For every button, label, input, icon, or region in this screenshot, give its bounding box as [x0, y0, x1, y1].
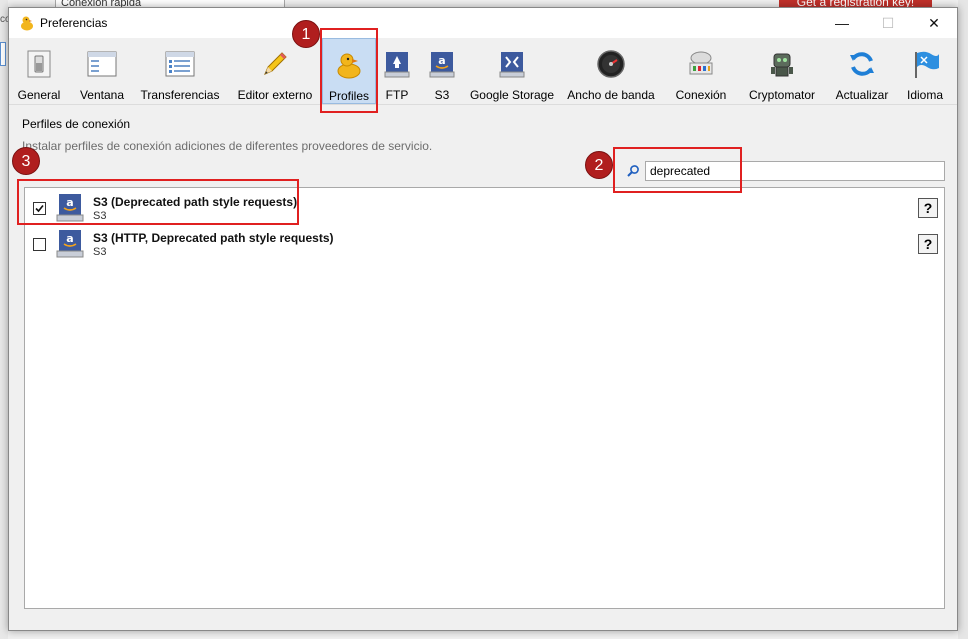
- preferences-dialog: Preferencias — ☐ ✕ General Ventana Trans…: [8, 7, 958, 631]
- tab-google-storage[interactable]: Google Storage: [467, 38, 557, 104]
- tab-ventana[interactable]: Ventana: [73, 38, 131, 104]
- tab-google-storage-label: Google Storage: [469, 88, 555, 102]
- highlight-profiles-tab: [320, 28, 378, 113]
- tab-s3-label: S3: [434, 88, 450, 102]
- tab-ftp[interactable]: FTP: [381, 38, 413, 104]
- profile-protocol: S3: [93, 246, 107, 258]
- network-icon: [689, 51, 713, 75]
- tab-actualizar-label: Actualizar: [835, 88, 889, 102]
- background-right-panel: [958, 0, 968, 639]
- window-title: Preferencias: [40, 16, 108, 30]
- highlight-search-field: [613, 147, 742, 193]
- help-button[interactable]: ?: [918, 198, 938, 218]
- speedometer-icon: [597, 50, 625, 78]
- annotation-badge-1: 1: [292, 20, 320, 48]
- google-storage-icon: [499, 52, 525, 78]
- pencil-icon: [264, 52, 287, 75]
- help-button[interactable]: ?: [918, 234, 938, 254]
- duck-icon: [21, 16, 33, 31]
- tab-transferencias[interactable]: Transferencias: [137, 38, 223, 104]
- background-left-panel: co: [0, 0, 11, 639]
- preferences-toolbar: General Ventana Transferencias Editor ex…: [9, 38, 957, 104]
- annotation-badge-3: 3: [12, 147, 40, 175]
- title-bar[interactable]: Preferencias — ☐ ✕: [9, 8, 957, 38]
- background-left-box: [0, 42, 6, 66]
- tab-general[interactable]: General: [13, 38, 65, 104]
- tab-actualizar[interactable]: Actualizar: [831, 38, 893, 104]
- tab-ftp-label: FTP: [385, 88, 409, 102]
- tab-idioma[interactable]: Idioma: [902, 38, 948, 104]
- svg-text:a: a: [66, 232, 73, 245]
- amazon-drive-icon: a: [429, 52, 455, 78]
- close-button[interactable]: ✕: [911, 8, 957, 38]
- tab-ventana-label: Ventana: [79, 88, 125, 102]
- tab-editor-externo-label: Editor externo: [237, 88, 313, 102]
- amazon-drive-icon: a: [56, 230, 84, 258]
- section-title: Perfiles de conexión: [22, 117, 131, 131]
- profile-name: S3 (HTTP, Deprecated path style requests…: [93, 231, 334, 245]
- window-icon: [87, 51, 117, 77]
- robot-icon: [771, 53, 793, 77]
- svg-text:a: a: [438, 54, 445, 67]
- tab-cryptomator[interactable]: Cryptomator: [745, 38, 819, 104]
- switch-icon: [27, 50, 51, 78]
- maximize-button[interactable]: ☐: [865, 8, 911, 38]
- tab-ancho-de-banda-label: Ancho de banda: [567, 88, 655, 102]
- refresh-icon: [850, 52, 874, 76]
- tab-s3[interactable]: a S3: [427, 38, 457, 104]
- highlight-profile-row: [17, 179, 299, 225]
- annotation-badge-2: 2: [585, 151, 613, 179]
- toolbar-separator: [9, 104, 957, 105]
- section-description: Instalar perfiles de conexión adiciones …: [22, 139, 433, 153]
- tab-ancho-de-banda[interactable]: Ancho de banda: [564, 38, 658, 104]
- tab-conexion[interactable]: Conexión: [671, 38, 731, 104]
- tab-idioma-label: Idioma: [906, 88, 944, 102]
- tab-transferencias-label: Transferencias: [140, 88, 220, 102]
- tab-conexion-label: Conexión: [675, 88, 727, 102]
- ftp-drive-icon: [384, 52, 410, 78]
- flag-icon: [915, 51, 939, 78]
- profiles-list[interactable]: a S3 (Deprecated path style requests) S3…: [24, 187, 945, 609]
- tab-general-label: General: [17, 88, 61, 102]
- list-item[interactable]: a S3 (HTTP, Deprecated path style reques…: [25, 225, 944, 261]
- list-window-icon: [165, 51, 195, 77]
- tab-cryptomator-label: Cryptomator: [748, 88, 816, 102]
- profile-checkbox[interactable]: [33, 238, 46, 251]
- minimize-button[interactable]: —: [819, 8, 865, 38]
